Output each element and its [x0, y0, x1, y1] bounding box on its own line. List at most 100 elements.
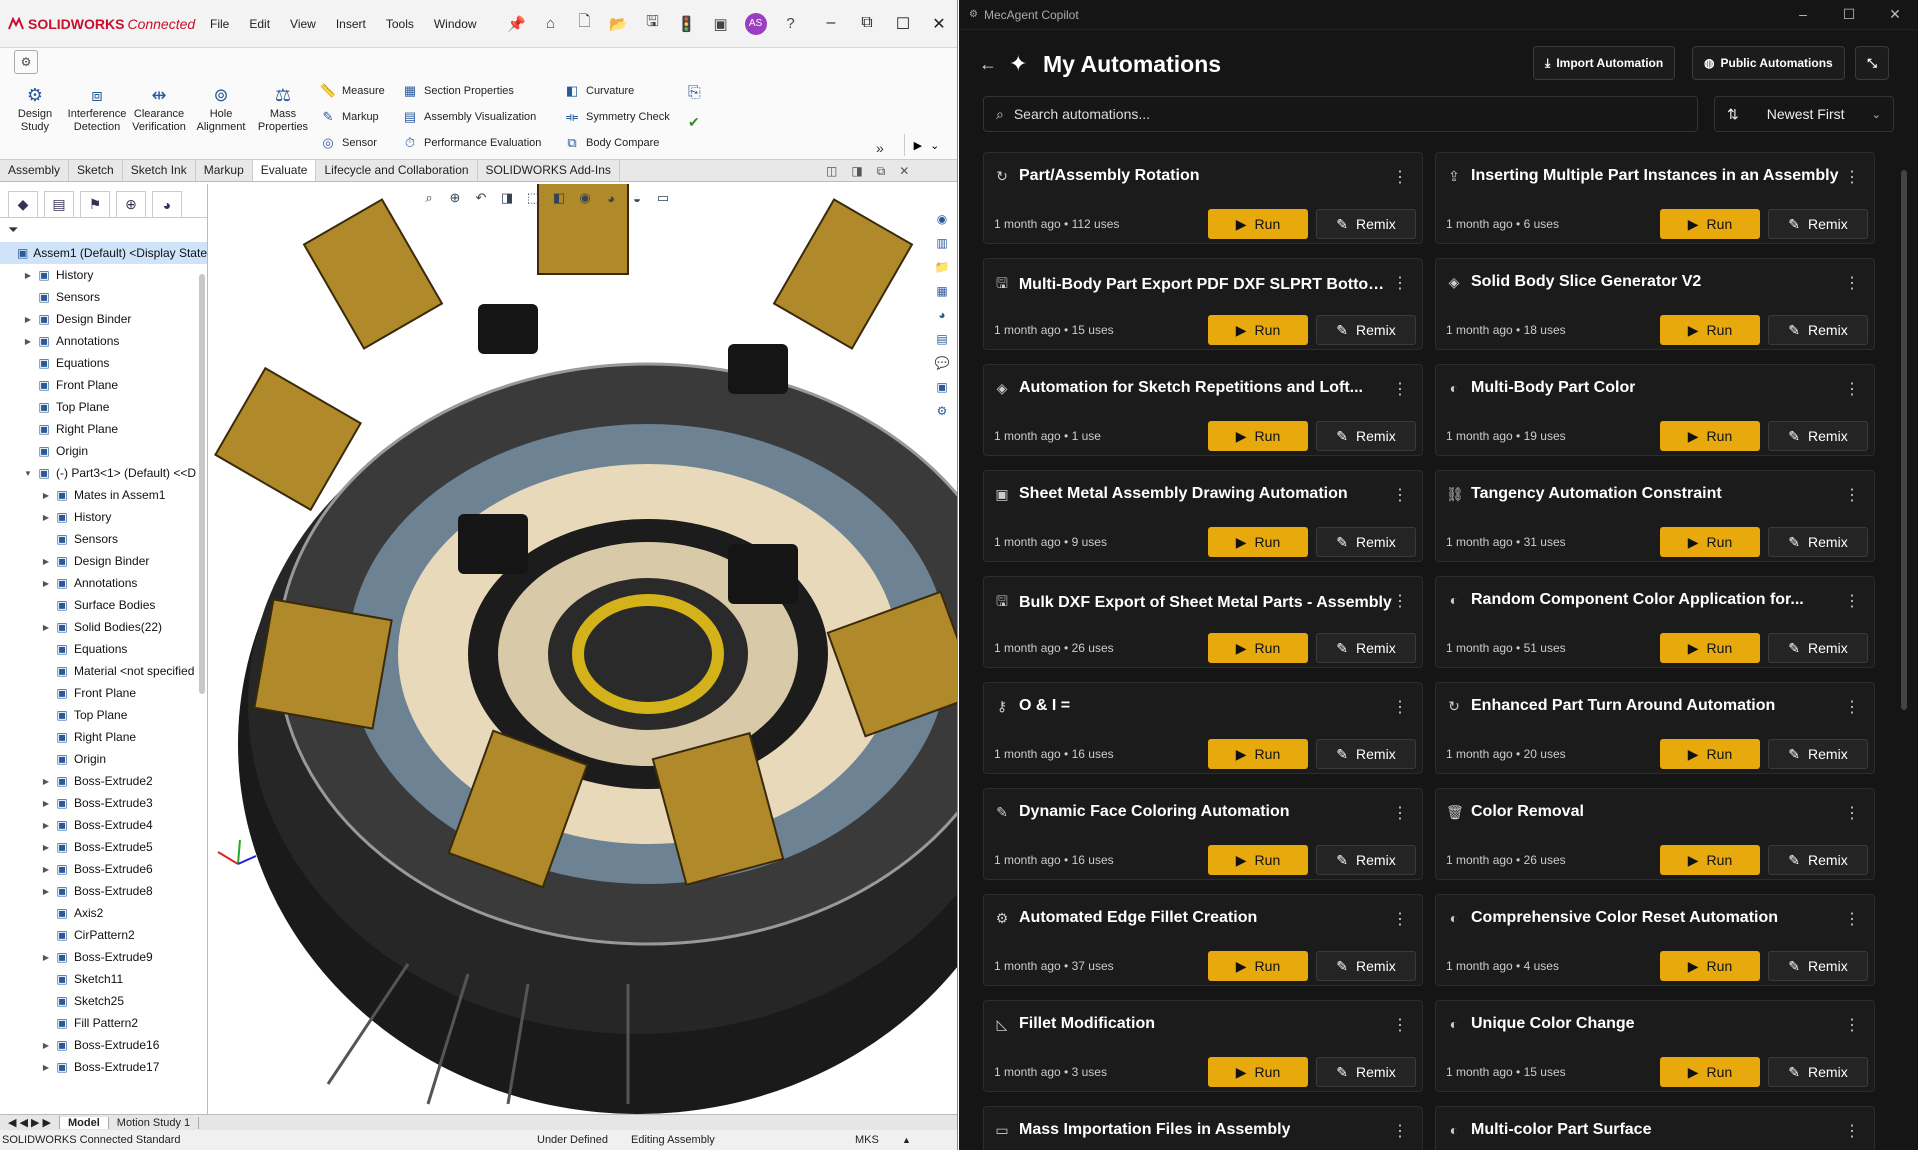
display-manager-icon[interactable]: ◕ [152, 191, 182, 217]
tree-node[interactable]: ▣ Right Plane [0, 418, 207, 440]
body-compare-button[interactable]: ⧉ Body Compare [564, 134, 670, 152]
run-button[interactable]: ▶ Run [1660, 951, 1760, 981]
expand-arrow-icon[interactable]: ▶ [40, 513, 52, 522]
previous-view-icon[interactable]: ↶ [472, 189, 490, 207]
remix-button[interactable]: ✎ Remix [1768, 421, 1868, 451]
run-button[interactable]: ▶ Run [1208, 1057, 1308, 1087]
automation-card[interactable]: 🗑 Color Removal ⋮ 1 month ago • 26 uses ▶ Run… [1435, 788, 1875, 880]
remix-button[interactable]: ✎ Remix [1316, 951, 1416, 981]
tree-node[interactable]: ▣ Origin [0, 748, 207, 770]
tree-node[interactable]: ▣ Top Plane [0, 396, 207, 418]
more-options-icon[interactable]: ⋮ [1392, 591, 1408, 611]
chevron-down-icon[interactable]: ⌄ [930, 139, 939, 152]
run-button[interactable]: ▶ Run [1660, 315, 1760, 345]
tree-node[interactable]: ▶ ▣ Design Binder [0, 550, 207, 572]
menu-insert[interactable]: Insert [326, 17, 376, 31]
collapse-panel-button[interactable]: ⤡ [1855, 46, 1889, 80]
automation-card[interactable]: ◐ Unique Color Change ⋮ 1 month ago • 15 us… [1435, 1000, 1875, 1092]
tab-markup[interactable]: Markup [196, 160, 253, 181]
run-button[interactable]: ▶ Run [1208, 527, 1308, 557]
run-button[interactable]: ▶ Run [1660, 421, 1760, 451]
remix-button[interactable]: ✎ Remix [1768, 315, 1868, 345]
clearance-verification-button[interactable]: ⇹ Clearance Verification [128, 84, 190, 134]
status-units[interactable]: MKS [855, 1134, 879, 1146]
graphics-viewport[interactable] [208, 163, 957, 1114]
automation-card[interactable]: ◐Multi-color Part Surface⋮▶Run✎Remix [1435, 1106, 1875, 1150]
expand-arrow-icon[interactable]: ▶ [22, 315, 34, 324]
tree-node[interactable]: ▶ ▣ Annotations [0, 330, 207, 352]
mec-minimize-icon[interactable]: – [1780, 6, 1826, 23]
tree-node[interactable]: ▣ Assem1 (Default) <Display State [0, 242, 207, 264]
section-view-icon[interactable]: ◨ [498, 189, 516, 207]
more-options-icon[interactable]: ⋮ [1844, 909, 1860, 929]
tree-node[interactable]: ▣ Sketch11 [0, 968, 207, 990]
remix-button[interactable]: ✎ Remix [1316, 421, 1416, 451]
sensor-button[interactable]: ◎ Sensor [320, 134, 385, 152]
search-input[interactable] [1013, 106, 1614, 122]
solidworks-resources-icon[interactable]: ◉ [932, 210, 952, 228]
expand-arrow-icon[interactable]: ▶ [40, 1041, 52, 1050]
menu-edit[interactable]: Edit [239, 17, 280, 31]
tree-node[interactable]: ▶ ▣ Boss-Extrude4 [0, 814, 207, 836]
play-icon[interactable]: ▶ [914, 139, 922, 152]
tab-motion-study[interactable]: Motion Study 1 [109, 1116, 200, 1129]
run-button[interactable]: ▶ Run [1660, 527, 1760, 557]
tree-node[interactable]: ▼ ▣ (-) Part3<1> (Default) <<D [0, 462, 207, 484]
run-button[interactable]: ▶ Run [1208, 421, 1308, 451]
display-style-icon[interactable]: ◧ [550, 189, 568, 207]
expand-arrow-icon[interactable]: ▶ [40, 821, 52, 830]
measure-button[interactable]: 📏 Measure [320, 82, 385, 100]
public-automations-button[interactable]: ◍ Public Automations [1692, 46, 1845, 80]
automation-card[interactable]: ↻ Part/Assembly Rotation ⋮ 1 month ago • 11… [983, 152, 1423, 244]
automation-card[interactable]: ◐ Random Component Color Application for.… [1435, 576, 1875, 668]
run-button[interactable]: ▶ Run [1660, 845, 1760, 875]
tree-node[interactable]: ▣ Front Plane [0, 682, 207, 704]
expand-arrow-icon[interactable]: ▶ [22, 271, 34, 280]
remix-button[interactable]: ✎ Remix [1316, 1057, 1416, 1087]
tree-node[interactable]: ▣ Origin [0, 440, 207, 462]
zoom-area-icon[interactable]: ⊕ [446, 189, 464, 207]
viewport-prev-icon[interactable]: ◫ [826, 164, 837, 179]
ribbon-overflow-icon[interactable]: » [876, 140, 884, 156]
property-manager-icon[interactable]: ▤ [44, 191, 74, 217]
expand-arrow-icon[interactable]: ▶ [22, 337, 34, 346]
more-options-icon[interactable]: ⋮ [1392, 167, 1408, 187]
tree-node[interactable]: ▣ Equations [0, 352, 207, 374]
filter-icon[interactable]: ⏷ [0, 218, 207, 242]
run-button[interactable]: ▶ Run [1660, 739, 1760, 769]
run-button[interactable]: ▶ Run [1208, 739, 1308, 769]
tree-node[interactable]: ▣ Sensors [0, 286, 207, 308]
remix-button[interactable]: ✎ Remix [1768, 1057, 1868, 1087]
viewport-close-icon[interactable]: ✕ [899, 164, 909, 179]
tab-add-ins[interactable]: SOLIDWORKS Add-Ins [478, 160, 620, 181]
more-options-icon[interactable]: ⋮ [1392, 1121, 1408, 1141]
ribbon-extra-icon[interactable]: ⎘ [688, 84, 701, 102]
pin-icon[interactable]: 📌 [507, 14, 527, 34]
interference-detection-button[interactable]: ⧈ Interference Detection [66, 84, 128, 134]
more-options-icon[interactable]: ⋮ [1392, 1015, 1408, 1035]
automation-card[interactable]: ↻ Enhanced Part Turn Around Automation ⋮ 1 … [1435, 682, 1875, 774]
view-settings-icon[interactable]: ▭ [654, 189, 672, 207]
more-options-icon[interactable]: ⋮ [1392, 485, 1408, 505]
menu-tools[interactable]: Tools [376, 17, 424, 31]
remix-button[interactable]: ✎ Remix [1768, 845, 1868, 875]
performance-evaluation-button[interactable]: ⏱ Performance Evaluation [402, 134, 541, 152]
tree-node[interactable]: ▣ Sensors [0, 528, 207, 550]
tree-node[interactable]: ▣ Material <not specified [0, 660, 207, 682]
mec-scrollbar[interactable] [1901, 170, 1907, 710]
automation-card[interactable]: ◈ Solid Body Slice Generator V2 ⋮ 1 month a… [1435, 258, 1875, 350]
viewport-tile-icon[interactable]: ⧉ [877, 164, 886, 179]
more-options-icon[interactable]: ⋮ [1844, 273, 1860, 293]
more-options-icon[interactable]: ⋮ [1844, 697, 1860, 717]
hide-show-icon[interactable]: ◉ [576, 189, 594, 207]
maximize-icon[interactable]: ☐ [885, 14, 921, 34]
more-options-icon[interactable]: ⋮ [1392, 697, 1408, 717]
units-caret-icon[interactable]: ▲ [902, 1135, 911, 1145]
expand-arrow-icon[interactable]: ▶ [40, 557, 52, 566]
run-button[interactable]: ▶ Run [1208, 315, 1308, 345]
remix-button[interactable]: ✎ Remix [1768, 739, 1868, 769]
view-palette-icon[interactable]: ▦ [932, 282, 952, 300]
run-button[interactable]: ▶ Run [1208, 633, 1308, 663]
more-options-icon[interactable]: ⋮ [1392, 379, 1408, 399]
tab-model[interactable]: Model [60, 1116, 109, 1129]
